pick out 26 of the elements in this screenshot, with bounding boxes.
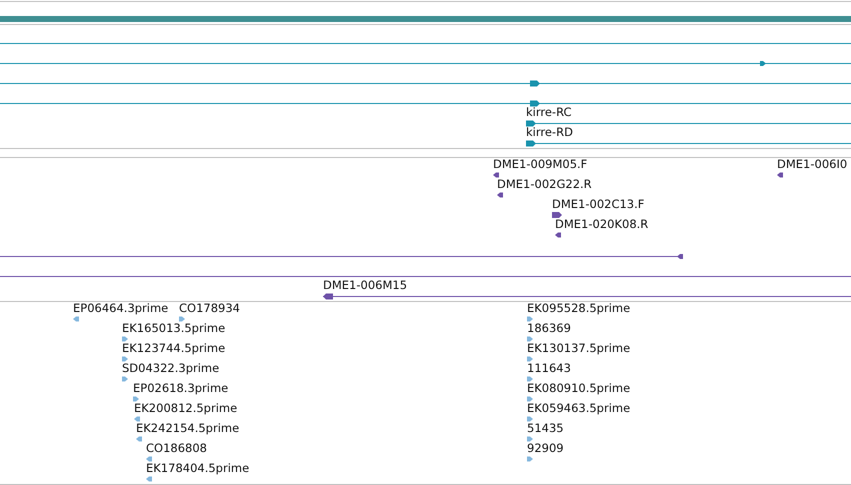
feature-label: DME1-006M15: [323, 279, 408, 292]
feature-label: EK200812.5prime: [134, 402, 238, 415]
feature-label: 111643: [527, 362, 571, 375]
feature-label: 51435: [527, 422, 564, 435]
feature-label: 92909: [527, 442, 564, 455]
feature-label: EK123744.5prime: [122, 342, 226, 355]
feature-label: EK130137.5prime: [527, 342, 630, 355]
feature-label: DME1-020K08.R: [555, 218, 648, 231]
feature-label: EK059463.5prime: [527, 402, 630, 415]
feature-label: SD04322.3prime: [122, 362, 220, 375]
feature-label: EP06464.3prime: [73, 302, 168, 315]
feature-label: EK178404.5prime: [146, 462, 250, 475]
feature-label: DME1-006I0: [777, 158, 848, 171]
feature-label: kirre-RC: [526, 106, 572, 119]
feature-label: kirre-RD: [526, 126, 573, 139]
feature-label: DME1-009M05.F: [493, 158, 588, 171]
feature-label: CO178934: [179, 302, 240, 315]
feature-label: EK165013.5prime: [122, 322, 226, 335]
feature-label: DME1-002G22.R: [497, 178, 592, 191]
feature-label: EP02618.3prime: [133, 382, 228, 395]
feature-label: CO186808: [146, 442, 207, 455]
feature-label: EK095528.5prime: [527, 302, 630, 315]
feature-label: DME1-002C13.F: [552, 198, 644, 211]
feature-label: EK080910.5prime: [527, 382, 630, 395]
feature-label: 186369: [527, 322, 571, 335]
feature-label: EK242154.5prime: [136, 422, 240, 435]
